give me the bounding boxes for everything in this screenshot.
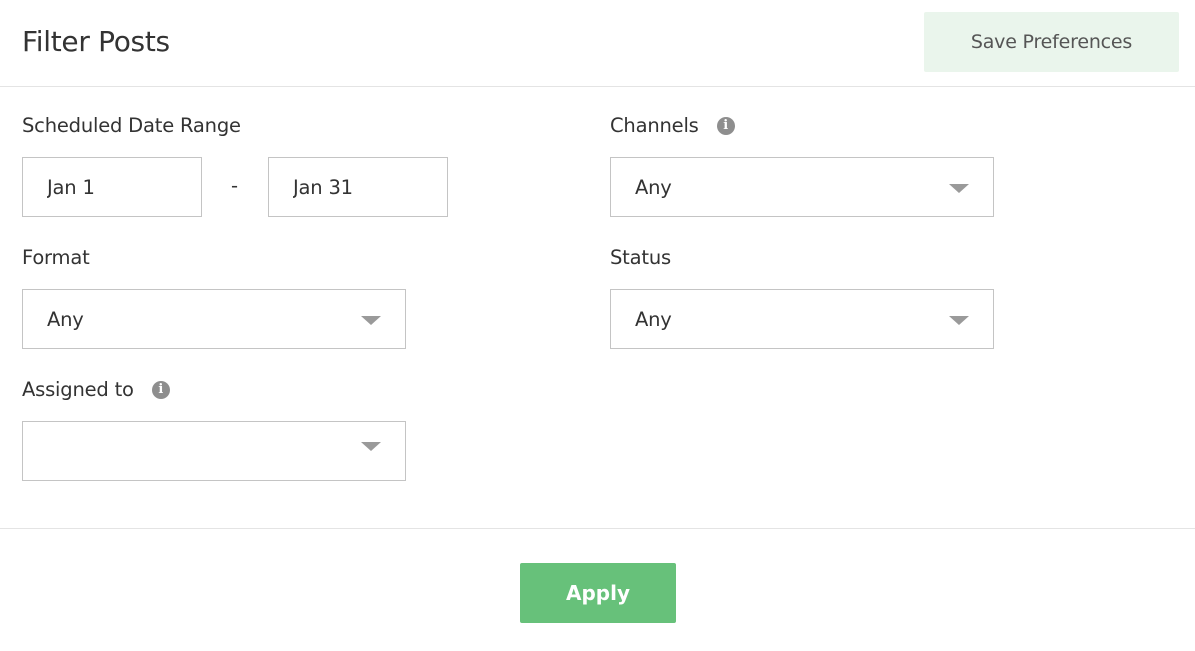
apply-button[interactable]: Apply [520,563,676,623]
chevron-down-icon [361,316,381,325]
channels-label-text: Channels [610,114,699,137]
status-select-value: Any [635,307,672,331]
panel-header: Filter Posts Save Preferences [0,0,1195,87]
end-date-input[interactable] [293,175,447,199]
channels-label: Channels i [610,112,735,140]
save-preferences-button[interactable]: Save Preferences [924,12,1179,72]
date-range-separator: - [231,174,239,197]
info-icon[interactable]: i [716,117,735,135]
footer-divider [0,528,1195,529]
date-range-label-text: Scheduled Date Range [22,114,241,137]
assigned-label: Assigned to i [22,376,170,404]
status-label-text: Status [610,246,671,269]
start-date-field[interactable] [22,157,202,217]
channels-select[interactable]: Any [610,157,994,217]
chevron-down-icon [949,184,969,193]
format-label: Format [22,244,90,272]
end-date-field[interactable] [268,157,448,217]
status-label: Status [610,244,671,272]
status-select[interactable]: Any [610,289,994,349]
chevron-down-icon [361,442,381,451]
assigned-label-text: Assigned to [22,378,134,401]
date-range-label: Scheduled Date Range [22,112,241,140]
channels-select-value: Any [635,175,672,199]
start-date-input[interactable] [47,175,201,199]
format-select[interactable]: Any [22,289,406,349]
format-label-text: Format [22,246,90,269]
info-icon[interactable]: i [151,381,170,399]
assigned-select[interactable] [22,421,406,481]
page-title: Filter Posts [22,25,170,58]
filter-posts-panel: Filter Posts Save Preferences Scheduled … [0,0,1195,651]
chevron-down-icon [949,316,969,325]
format-select-value: Any [47,307,84,331]
